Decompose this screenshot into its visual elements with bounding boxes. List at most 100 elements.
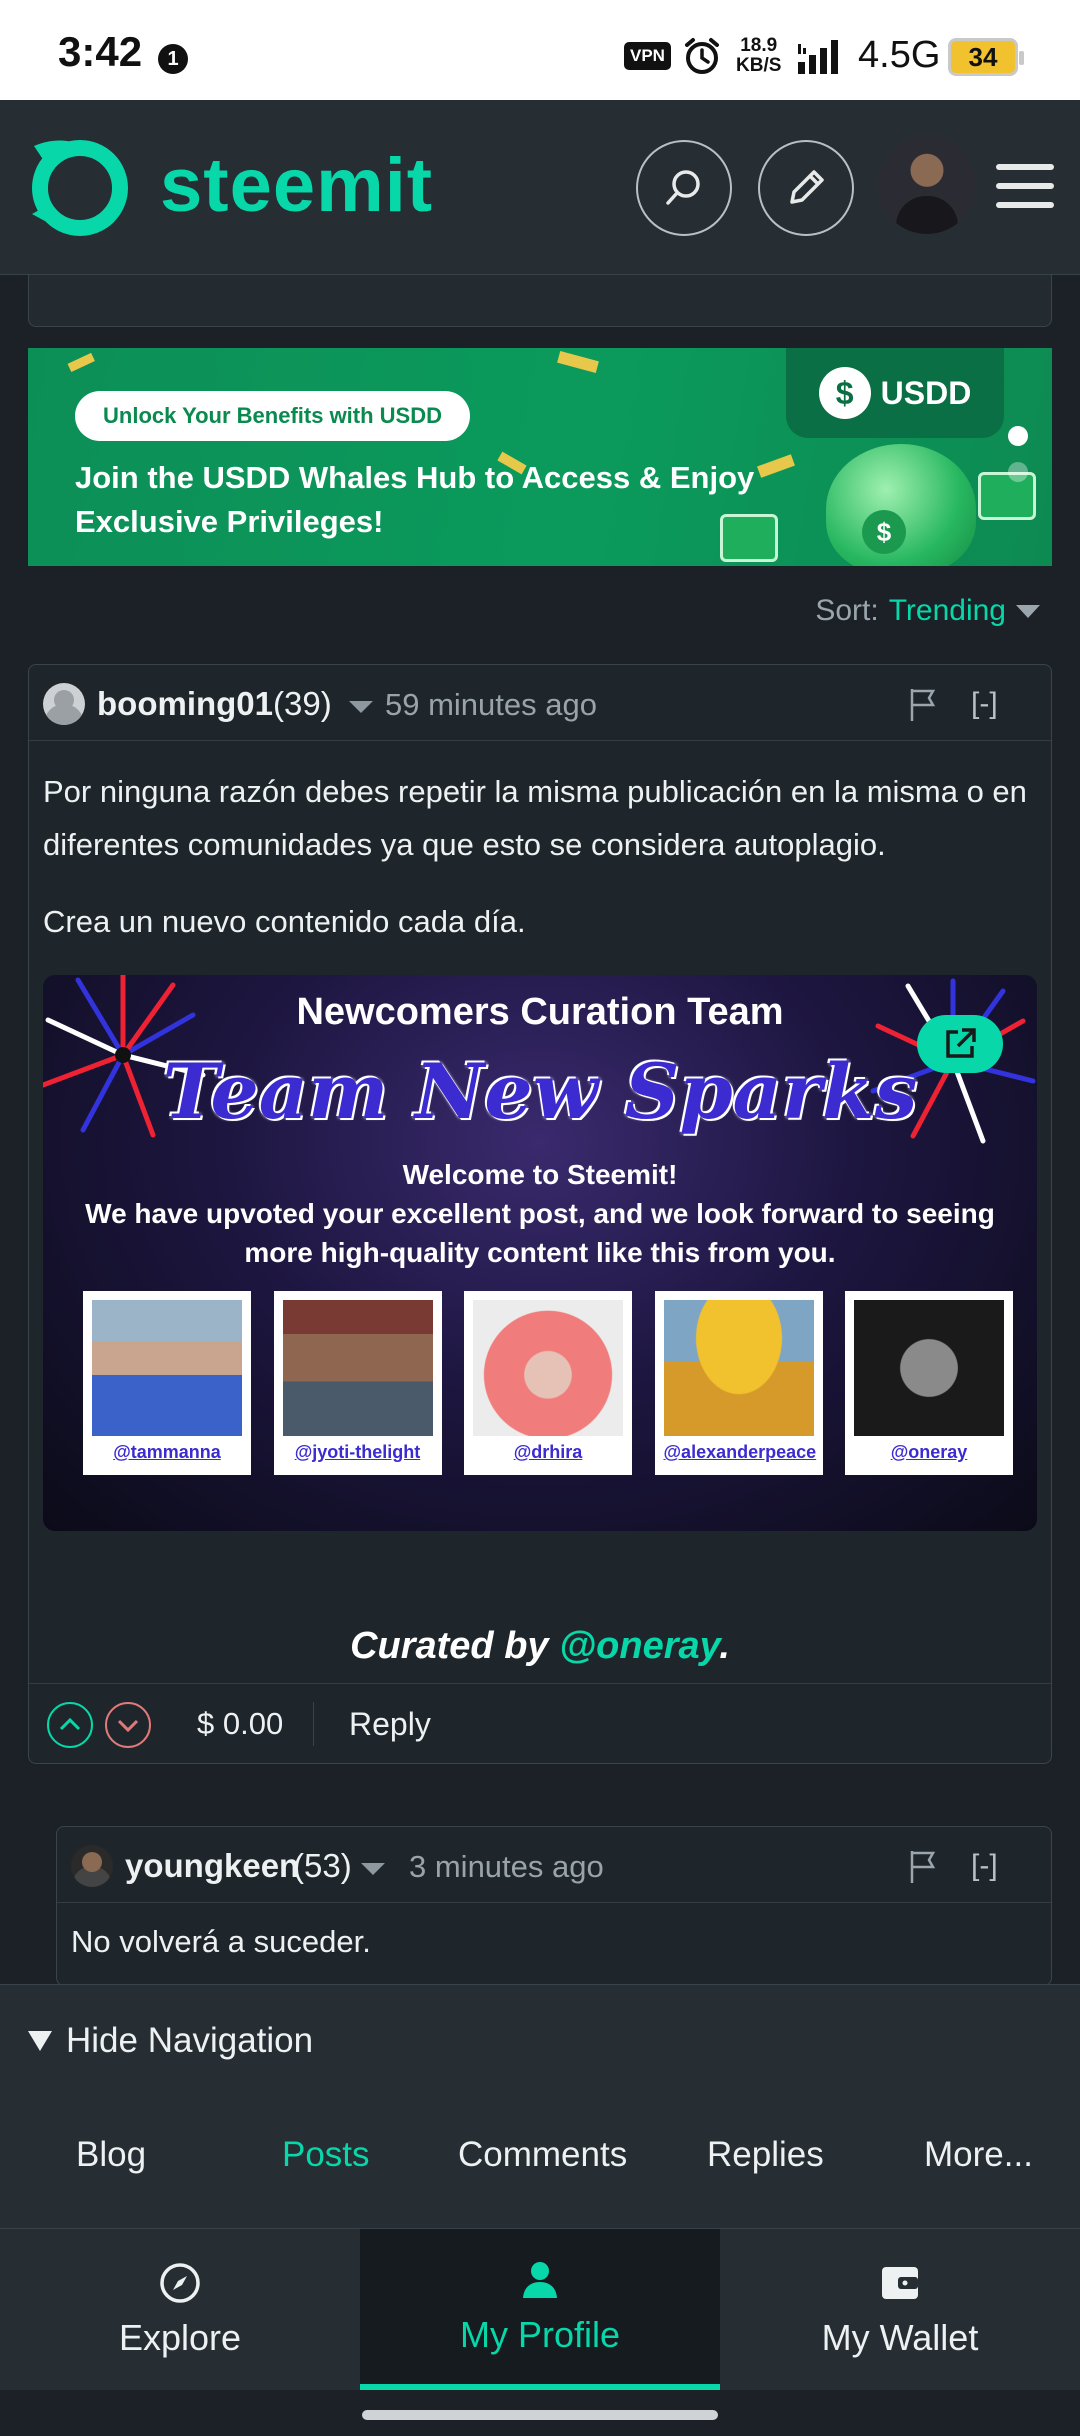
- dollar-coin-icon: $: [818, 367, 871, 419]
- gift-icon: [720, 514, 778, 562]
- curation-team-image: Newcomers Curation Team Team New Sparks …: [43, 975, 1037, 1531]
- curated-prefix: Curated by: [350, 1625, 560, 1667]
- chevron-down-icon[interactable]: [349, 701, 373, 713]
- member-card: @tammanna: [83, 1291, 251, 1475]
- member-photo: [663, 1300, 814, 1436]
- avatar[interactable]: [43, 683, 85, 725]
- hamburger-menu-icon[interactable]: [996, 164, 1054, 208]
- author-reputation: (53): [293, 1847, 352, 1884]
- nav-explore[interactable]: Explore: [0, 2229, 360, 2390]
- nav-explore-label: Explore: [118, 2316, 242, 2358]
- member-photo: [92, 1300, 242, 1436]
- divider: [313, 1702, 314, 1746]
- curator-link[interactable]: @oneray: [559, 1625, 719, 1667]
- sort-label: Sort:: [815, 594, 879, 627]
- chevron-down-icon[interactable]: [361, 1863, 385, 1875]
- gesture-bar: [0, 2390, 1080, 2436]
- triangle-down-icon: [28, 2031, 52, 2051]
- flag-icon[interactable]: [909, 1849, 937, 1883]
- speed-value: 18.9: [740, 35, 778, 56]
- member-name: @drhira: [513, 1442, 583, 1462]
- nav-my-profile-label: My Profile: [459, 2313, 621, 2355]
- tab-more[interactable]: More...: [924, 2135, 1033, 2175]
- external-link-icon: [946, 1028, 976, 1058]
- usdd-brand: USDD: [880, 374, 972, 411]
- nav-my-wallet[interactable]: My Wallet: [720, 2229, 1080, 2390]
- member-cards: @tammanna @jyoti-thelight @drhira @alexa…: [83, 1291, 1013, 1475]
- comment-time[interactable]: 3 minutes ago: [409, 1849, 604, 1885]
- tab-comments[interactable]: Comments: [458, 2135, 627, 2175]
- comment-card: booming01 (39) 59 minutes ago [-] Por ni…: [28, 664, 1052, 1764]
- write-post-button[interactable]: [758, 140, 854, 236]
- downvote-button[interactable]: [105, 1702, 151, 1748]
- hide-navigation-label: Hide Navigation: [66, 2021, 314, 2060]
- comment-footer: $ 0.00 Reply: [29, 1683, 1051, 1763]
- member-name: @alexanderpeace: [663, 1442, 817, 1462]
- mascot-image: [826, 444, 976, 566]
- tab-posts[interactable]: Posts: [282, 2135, 370, 2175]
- comment-paragraph: Por ninguna razón debes repetir la misma…: [43, 774, 1027, 862]
- comment-header: youngkeen (53) 3 minutes ago [-]: [57, 1827, 1051, 1903]
- search-icon: [666, 170, 700, 205]
- wallet-icon: [882, 2266, 918, 2299]
- banner-headline: Join the USDD Whales Hub to Access & Enj…: [75, 460, 755, 539]
- member-card: @alexanderpeace: [654, 1291, 823, 1475]
- open-external-button[interactable]: [917, 1015, 1003, 1073]
- member-name: @tammanna: [113, 1442, 221, 1462]
- tab-blog[interactable]: Blog: [76, 2135, 146, 2175]
- alarm-icon: [685, 38, 719, 74]
- author-reputation: (39): [273, 685, 332, 722]
- payout-value[interactable]: $ 0.00: [197, 1706, 283, 1742]
- avatar[interactable]: [878, 136, 976, 234]
- status-time: 3:42: [58, 28, 143, 75]
- network-speed: 18.9 KB/S: [736, 36, 781, 76]
- network-type: 4.5G: [858, 34, 941, 76]
- carousel-dots[interactable]: [1008, 426, 1028, 498]
- promo-script-title: Team New Sparks: [162, 1047, 918, 1136]
- user-icon: [523, 2261, 557, 2298]
- promo-message: Welcome to Steemit! We have upvoted your…: [43, 1155, 1037, 1272]
- reply-comment-card: youngkeen (53) 3 minutes ago [-] No volv…: [56, 1826, 1052, 1986]
- bottom-navigation: Explore My Profile My Wallet: [0, 2228, 1080, 2390]
- profile-sub-navigation: Hide Navigation Blog Posts Comments Repl…: [0, 1984, 1080, 2228]
- upvote-button[interactable]: [47, 1702, 93, 1748]
- notification-badge: 1: [158, 44, 188, 74]
- usdd-promo-banner[interactable]: Unlock Your Benefits with USDD Join the …: [28, 348, 1052, 566]
- comment-paragraph: Crea un nuevo contenido cada día.: [43, 904, 526, 939]
- collapse-toggle[interactable]: [-]: [971, 1849, 998, 1883]
- usdd-tag: $ USDD: [786, 348, 1004, 438]
- comment-author[interactable]: youngkeen: [125, 1847, 299, 1885]
- reply-button[interactable]: Reply: [349, 1706, 431, 1743]
- flag-icon[interactable]: [909, 687, 937, 721]
- avatar[interactable]: [71, 1845, 113, 1887]
- pencil-icon: [790, 170, 824, 204]
- hide-navigation-toggle[interactable]: Hide Navigation: [28, 2021, 313, 2061]
- tab-replies[interactable]: Replies: [707, 2135, 824, 2175]
- curated-suffix: .: [719, 1625, 730, 1667]
- sort-value: Trending: [888, 594, 1006, 627]
- chevron-down-icon: [1016, 604, 1040, 618]
- speed-unit: KB/S: [736, 55, 782, 76]
- banner-pill: Unlock Your Benefits with USDD: [75, 391, 471, 441]
- nav-my-profile[interactable]: My Profile: [360, 2229, 720, 2390]
- comment-header: booming01 (39) 59 minutes ago [-]: [29, 665, 1051, 741]
- steemit-logo-icon[interactable]: [26, 134, 130, 238]
- comment-time[interactable]: 59 minutes ago: [385, 687, 597, 723]
- promo-title: Newcomers Curation Team: [296, 991, 784, 1033]
- chevron-up-icon: [59, 1717, 81, 1731]
- comment-body: Por ninguna razón debes repetir la misma…: [43, 765, 1043, 948]
- collapse-toggle[interactable]: [-]: [971, 687, 998, 721]
- member-card: @oneray: [845, 1291, 1013, 1475]
- nav-my-wallet-label: My Wallet: [821, 2316, 979, 2358]
- vpn-icon: VPN: [624, 42, 671, 70]
- comment-author[interactable]: booming01: [97, 685, 273, 723]
- member-name: @oneray: [890, 1442, 968, 1462]
- search-button[interactable]: [636, 140, 732, 236]
- member-photo: [282, 1300, 433, 1436]
- previous-card-bottom: [28, 275, 1052, 327]
- sort-selector[interactable]: Sort: Trending: [815, 594, 1040, 628]
- logo-text[interactable]: steemit: [160, 142, 433, 229]
- battery-icon: 34: [948, 38, 1024, 76]
- app-header: steemit: [0, 100, 1080, 275]
- compass-icon: [160, 2262, 200, 2303]
